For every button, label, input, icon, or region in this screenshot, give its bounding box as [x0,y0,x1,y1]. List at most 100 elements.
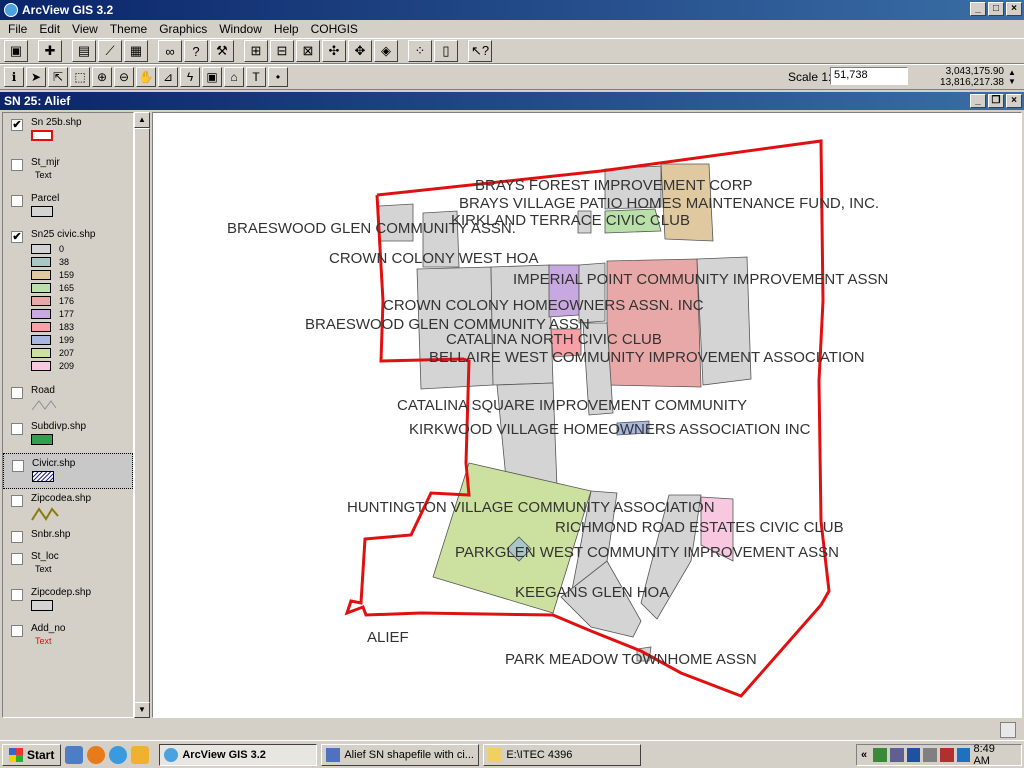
zoom-out-tool[interactable]: ⊖ [114,67,134,87]
scale-input[interactable]: 51,738 [830,67,908,85]
display-tray-icon[interactable] [889,748,904,762]
zoom-full-extent-button[interactable]: ⊞ [244,40,268,62]
menu-window[interactable]: Window [213,22,268,36]
help-button[interactable]: ↖? [468,40,492,62]
network-tray-icon[interactable] [873,748,887,762]
shield-tray-icon[interactable] [906,748,921,762]
theme-checkbox[interactable] [11,387,23,399]
class-swatch [31,321,51,332]
pan-tool[interactable]: ✋ [136,67,156,87]
theme-checkbox[interactable] [12,460,24,472]
view-restore-button[interactable]: ❐ [988,94,1004,108]
quicklaunch-browser-icon[interactable] [109,745,128,764]
close-button[interactable]: × [1006,2,1022,16]
menu-view[interactable]: View [66,22,104,36]
info-icon: ℹ [11,70,17,84]
open-table-button[interactable]: ▦ [124,40,148,62]
task-word-document[interactable]: Alief SN shapefile with ci... [321,743,480,766]
query-builder-button[interactable]: ⚒ [210,40,234,62]
draw-point-tool[interactable]: • [268,67,288,87]
tray-expand-chevron[interactable]: « [861,749,867,761]
area-of-interest-tool[interactable]: ▣ [202,67,222,87]
theme-civicr[interactable]: Civicr.shp [3,453,133,489]
save-project-button[interactable]: ▣ [4,40,28,62]
select-features-button[interactable]: ⁘ [408,40,432,62]
scroll-down-button[interactable]: ▼ [134,702,150,718]
theme-checkbox[interactable] [11,531,23,543]
map-canvas[interactable]: BRAYS FOREST IMPROVEMENT CORP BRAYS VILL… [153,113,1022,718]
minimize-button[interactable]: _ [970,2,986,16]
theme-zipcodea[interactable]: Zipcodea.shp [3,489,133,525]
menu-file[interactable]: File [2,22,33,36]
zoom-active-themes-button[interactable]: ⊟ [270,40,294,62]
maximize-button[interactable]: □ [988,2,1004,16]
theme-parcel[interactable]: Parcel [3,189,133,225]
coordinate-readout: 3,043,175.90 13,816,217.38 [910,66,1004,88]
quicklaunch-ie-icon[interactable] [65,745,84,764]
select-feature-tool[interactable]: ⬚ [70,67,90,87]
zipcode-line-icon [31,507,59,521]
select-grid-icon: ⁘ [414,43,426,58]
vertex-edit-tool[interactable]: ⇱ [48,67,68,87]
measure-tool[interactable]: ⊿ [158,67,178,87]
locate-button[interactable]: ? [184,40,208,62]
theme-add-no[interactable]: Add_no Text [3,619,133,655]
theme-zipcodep[interactable]: Zipcodep.shp [3,583,133,619]
menu-graphics[interactable]: Graphics [153,22,213,36]
resize-grip-icon[interactable] [1000,722,1016,738]
zoom-out-fixed-button[interactable]: ✥ [348,40,372,62]
start-button[interactable]: Start [2,743,62,766]
theme-st-loc[interactable]: St_loc Text [3,547,133,583]
scroll-up-button[interactable]: ▲ [134,112,150,128]
map-label: PARKGLEN WEST COMMUNITY IMPROVEMENT ASSN [455,544,839,561]
add-theme-button[interactable]: ✚ [38,40,62,62]
task-explorer[interactable]: E:\ITEC 4396 [483,743,642,766]
theme-checkbox[interactable]: ✔ [11,119,23,131]
theme-snbr[interactable]: Snbr.shp [3,525,133,547]
task-arcview[interactable]: ArcView GIS 3.2 [159,743,318,766]
quicklaunch-media-icon[interactable] [131,745,150,764]
zoom-in-tool[interactable]: ⊕ [92,67,112,87]
theme-checkbox[interactable] [11,625,23,637]
theme-properties-button[interactable]: ▤ [72,40,96,62]
quicklaunch-firefox-icon[interactable] [87,745,106,764]
theme-name: Sn25 civic.shp [31,229,96,240]
menu-theme[interactable]: Theme [104,22,153,36]
zoom-in-fixed-button[interactable]: ✣ [322,40,346,62]
menu-edit[interactable]: Edit [33,22,66,36]
menu-help[interactable]: Help [268,22,305,36]
theme-checkbox[interactable] [11,423,23,435]
menu-cohgis[interactable]: COHGIS [305,22,364,36]
theme-st-mjr[interactable]: St_mjr Text [3,153,133,189]
theme-sn25-civic[interactable]: ✔ Sn25 civic.shp 0 38 159 165 176 177 18… [3,225,133,381]
zoom-selected-icon: ⊠ [302,43,314,58]
theme-sn25b[interactable]: ✔ Sn 25b.shp [3,113,133,153]
theme-checkbox[interactable] [11,553,23,565]
theme-checkbox[interactable] [11,195,23,207]
pointer-tool[interactable]: ➤ [26,67,46,87]
zoom-selected-button[interactable]: ⊠ [296,40,320,62]
zoom-previous-button[interactable]: ◈ [374,40,398,62]
theme-checkbox[interactable] [11,495,23,507]
taskbar-clock[interactable]: 8:49 AM [973,743,1013,767]
scroll-thumb[interactable] [134,128,150,704]
hotlink-tool[interactable]: ϟ [180,67,200,87]
theme-checkbox[interactable] [11,589,23,601]
theme-checkbox[interactable] [11,159,23,171]
edit-legend-button[interactable]: ⟋ [98,40,122,62]
security-tray-icon[interactable] [940,748,954,762]
view-minimize-button[interactable]: _ [970,94,986,108]
volume-tray-icon[interactable] [923,748,937,762]
find-button[interactable]: ∞ [158,40,182,62]
text-tool[interactable]: T [246,67,266,87]
map-display[interactable]: BRAYS FOREST IMPROVEMENT CORP BRAYS VILL… [152,112,1022,718]
label-tool[interactable]: ⌂ [224,67,244,87]
theme-checkbox[interactable]: ✔ [11,231,23,243]
legend-scrollbar[interactable]: ▲ ▼ [134,112,150,718]
antivirus-tray-icon[interactable] [956,748,971,762]
clear-selection-button[interactable]: ▯ [434,40,458,62]
view-close-button[interactable]: × [1006,94,1022,108]
theme-subdivp[interactable]: Subdivp.shp [3,417,133,453]
theme-road[interactable]: Road [3,381,133,417]
identify-tool[interactable]: ℹ [4,67,24,87]
